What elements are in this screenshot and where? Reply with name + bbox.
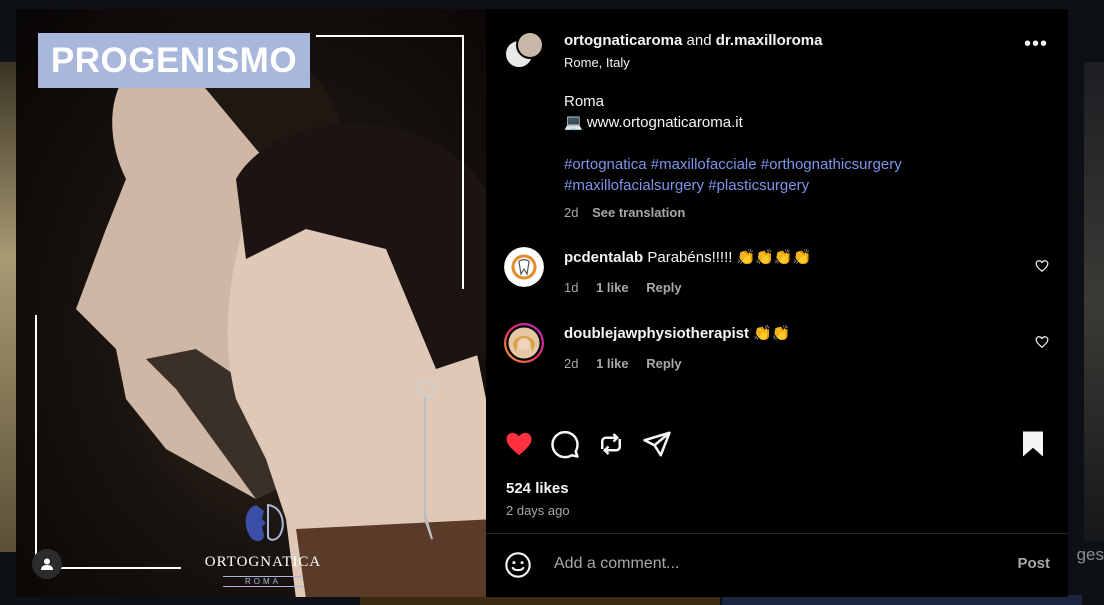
- frame-line-left: [35, 315, 37, 571]
- background-partial-text: ges: [1076, 545, 1104, 564]
- comment-body: pcdentalab Parabéns!!!!! 👏👏👏👏: [564, 248, 811, 266]
- reply-button[interactable]: Reply: [646, 280, 681, 295]
- author-separator: and: [686, 32, 712, 49]
- user-tag-button[interactable]: [32, 549, 62, 579]
- logo-face-icon: [245, 503, 284, 542]
- post-caption: Roma 💻 www.ortognaticaroma.it #ortognati…: [564, 91, 1034, 223]
- user-tag-icon: [41, 558, 53, 570]
- caption-meta: 2d See translation: [564, 202, 1034, 223]
- reply-button[interactable]: Reply: [646, 356, 681, 371]
- avatar: [516, 31, 544, 59]
- comment-body: doublejawphysiotherapist 👏👏: [564, 324, 791, 342]
- post-header: ortognaticaroma and dr.maxilloroma Rome,…: [486, 9, 1068, 79]
- author-link[interactable]: dr.maxilloroma: [716, 32, 823, 49]
- comment-meta: 1d 1 like Reply: [564, 280, 682, 295]
- comment-time: 1d: [564, 280, 579, 295]
- post-comment-button[interactable]: Post: [1017, 555, 1050, 572]
- emoji-icon[interactable]: [504, 551, 532, 579]
- post-authors: ortognaticaroma and dr.maxilloroma: [564, 32, 822, 49]
- comment-text: 👏👏: [753, 325, 791, 342]
- see-translation-button[interactable]: See translation: [592, 205, 685, 220]
- image-title-text: PROGENISMO: [50, 40, 298, 80]
- frame-line-top: [316, 35, 464, 37]
- comment-username[interactable]: doublejawphysiotherapist: [564, 325, 749, 342]
- comment-like-icon[interactable]: [1035, 335, 1049, 349]
- comment-meta: 2d 1 like Reply: [564, 356, 682, 371]
- caption-link[interactable]: 💻 www.ortognaticaroma.it: [564, 112, 1034, 133]
- caption-hashtags[interactable]: #maxillofacialsurgery #plasticsurgery: [564, 175, 1034, 196]
- post-sidebar: ortognaticaroma and dr.maxilloroma Rome,…: [486, 9, 1068, 597]
- more-options-button[interactable]: •••: [1024, 34, 1048, 54]
- image-title-banner: PROGENISMO: [38, 33, 310, 88]
- caption-hashtags[interactable]: #ortognatica #maxillofacciale #orthognat…: [564, 154, 1034, 175]
- post-image[interactable]: PROGENISMO ORTOGNATICA ROMA: [16, 9, 486, 597]
- comment-input[interactable]: [552, 554, 956, 574]
- comment-text: Parabéns!!!!! 👏👏👏👏: [647, 249, 812, 266]
- frame-line-right: [462, 35, 464, 289]
- collab-avatars[interactable]: [504, 31, 544, 69]
- heart-filled-icon[interactable]: [504, 429, 534, 459]
- post-age: 2 days ago: [506, 503, 570, 518]
- comment-time: 2d: [564, 356, 579, 371]
- avatar[interactable]: [504, 247, 544, 287]
- avatar[interactable]: [504, 323, 544, 363]
- send-icon[interactable]: [642, 429, 672, 459]
- bookmark-filled-icon[interactable]: [1018, 429, 1048, 459]
- post-location[interactable]: Rome, Italy: [564, 55, 630, 70]
- brand-logo: ORTOGNATICA ROMA: [198, 501, 328, 589]
- post-actions: [504, 429, 1048, 461]
- logo-name: ORTOGNATICA: [204, 554, 322, 570]
- comment-likes[interactable]: 1 like: [596, 356, 629, 371]
- author-link[interactable]: ortognaticaroma: [564, 32, 682, 49]
- background-post-right: [1084, 62, 1104, 542]
- comment-like-icon[interactable]: [1035, 259, 1049, 273]
- caption-time: 2d: [564, 205, 579, 220]
- post-modal: PROGENISMO ORTOGNATICA ROMA ortognaticar: [16, 9, 1068, 597]
- logo-subtitle: ROMA: [223, 576, 303, 587]
- repost-icon[interactable]: [596, 429, 626, 459]
- caption-line: Roma: [564, 93, 605, 110]
- comment-icon[interactable]: [550, 429, 580, 459]
- comment-composer: Post: [486, 534, 1068, 597]
- like-count[interactable]: 524 likes: [506, 480, 569, 497]
- comment-username[interactable]: pcdentalab: [564, 249, 643, 266]
- comment-likes[interactable]: 1 like: [596, 280, 629, 295]
